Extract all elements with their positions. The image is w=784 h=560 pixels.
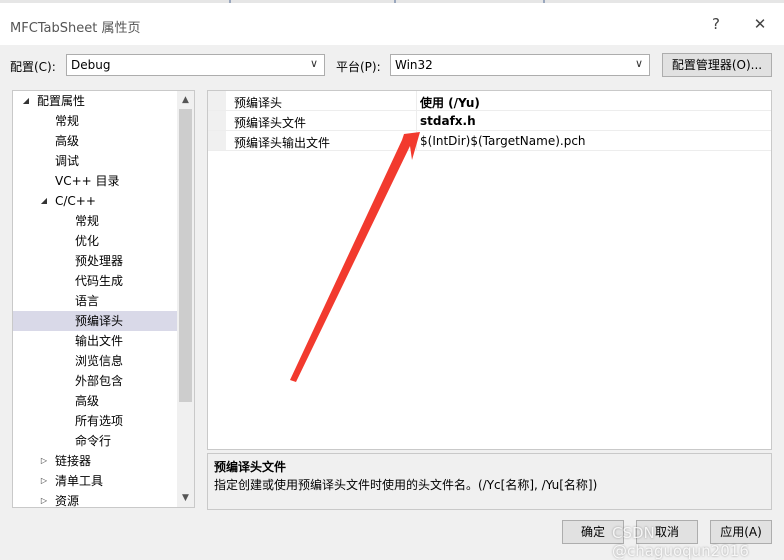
annotation-arrow	[290, 132, 420, 382]
annotation-arrow-shape	[290, 132, 420, 382]
